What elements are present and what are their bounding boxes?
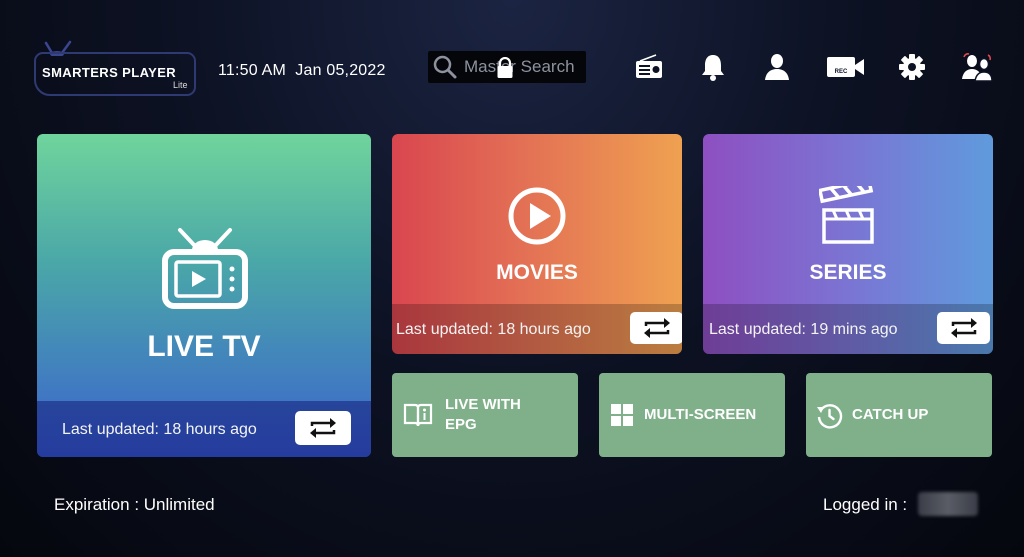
settings-button[interactable] [895, 51, 929, 83]
series-refresh-button[interactable] [937, 312, 990, 344]
logged-in-label: Logged in : [823, 495, 908, 514]
profile-button[interactable] [760, 51, 794, 83]
multi-screen-tile[interactable]: MULTI-SCREEN [599, 373, 785, 457]
grid-icon [611, 404, 633, 426]
live-with-epg-label: LIVE WITH EPG [445, 395, 521, 435]
book-info-icon [403, 403, 433, 427]
series-updated: Last updated: 19 mins ago [709, 321, 898, 338]
movies-updated: Last updated: 18 hours ago [396, 321, 591, 338]
refresh-icon [643, 318, 670, 338]
live-tv-title: LIVE TV [147, 330, 261, 363]
catch-up-label: CATCH UP [852, 406, 929, 423]
rec-camera-icon: REC [827, 57, 864, 77]
play-circle-icon [508, 187, 566, 245]
tv-icon [162, 228, 248, 309]
series-tile[interactable]: SERIES Last updated: 19 mins ago [703, 134, 993, 354]
live-with-epg-tile[interactable]: LIVE WITH EPG [392, 373, 578, 457]
refresh-icon [310, 418, 336, 438]
search-icon [433, 55, 457, 79]
expiration-status: Expiration : Unlimited [54, 495, 215, 514]
username-redacted [918, 492, 978, 516]
recordings-button[interactable]: REC [826, 51, 866, 83]
radio-icon [636, 54, 662, 78]
bell-icon [702, 55, 724, 81]
live-tv-tile[interactable]: LIVE TV Last updated: 18 hours ago [37, 134, 371, 457]
gear-icon [899, 54, 925, 80]
datetime: 11:50 AM Jan 05,2022 [218, 62, 386, 79]
search-input[interactable] [458, 57, 584, 77]
clapperboard-icon [819, 186, 874, 244]
rec-label: REC [835, 69, 848, 75]
series-title: SERIES [809, 261, 887, 284]
live-tv-updated: Last updated: 18 hours ago [62, 421, 257, 438]
lock-icon [497, 57, 513, 78]
history-clock-icon [817, 403, 843, 429]
logo-text: SMARTERS PLAYER [42, 65, 177, 80]
user-icon [765, 54, 789, 80]
live-with-epg-label-line2: EPG [445, 416, 477, 433]
master-search[interactable] [428, 51, 586, 83]
radio-button[interactable] [632, 51, 666, 83]
notifications-button[interactable] [696, 51, 730, 83]
movies-refresh-button[interactable] [630, 312, 682, 344]
catch-up-tile[interactable]: CATCH UP [806, 373, 992, 457]
switch-user-icon [962, 53, 993, 82]
app-logo: SMARTERS PLAYER Lite [32, 40, 197, 96]
refresh-icon [950, 318, 977, 338]
multi-screen-label: MULTI-SCREEN [644, 406, 757, 423]
movies-tile[interactable]: MOVIES Last updated: 18 hours ago [392, 134, 682, 354]
live-tv-refresh-button[interactable] [295, 411, 351, 445]
movies-title: MOVIES [496, 261, 578, 284]
live-with-epg-label-line1: LIVE WITH [445, 396, 521, 413]
logo-subtext: Lite [173, 80, 188, 90]
switch-user-button[interactable] [960, 51, 994, 83]
